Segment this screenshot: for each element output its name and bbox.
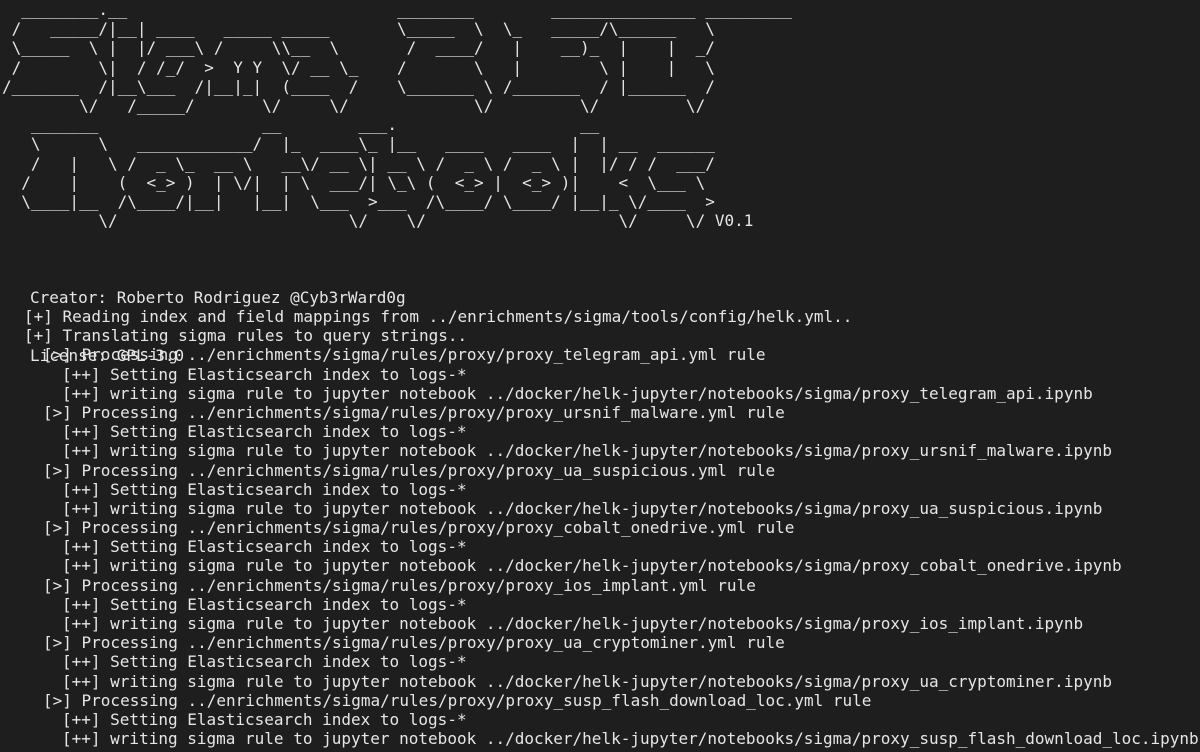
log-line: [>] Processing ../enrichments/sigma/rule… bbox=[43, 690, 872, 710]
log-line: [++] Setting Elasticsearch index to logs… bbox=[62, 364, 467, 384]
banner-art-text: ________.__ ________ _______________ ___… bbox=[2, 0, 792, 230]
log-line: [>] Processing ../enrichments/sigma/rule… bbox=[43, 402, 785, 422]
terminal-output-log: [+] Reading index and field mappings fro… bbox=[24, 307, 1199, 748]
creator-line: Creator: Roberto Rodriguez @Cyb3rWard0g bbox=[30, 288, 406, 308]
banner-line: \ \ ____________/ |_ ____\_ |__ ____ ___… bbox=[2, 134, 715, 154]
log-line: [+] Reading index and field mappings fro… bbox=[24, 307, 853, 326]
banner-line: /_______ /|__\___ /|__|_| (____ / \_____… bbox=[2, 76, 715, 96]
banner-line: _______ __ ___. __ bbox=[2, 115, 600, 135]
log-line: [++] Setting Elasticsearch index to logs… bbox=[62, 594, 467, 614]
log-line: [>] Processing ../enrichments/sigma/rule… bbox=[43, 518, 795, 538]
banner-line: / | ( <_> ) | \/| | \ ___/| \_\ ( <_> | … bbox=[2, 172, 706, 192]
banner-line: \/ /_____/ \/ \/ \/ \/ \/ bbox=[2, 96, 706, 116]
log-line: [>] Processing ../enrichments/sigma/rule… bbox=[43, 633, 785, 653]
banner-line: ________.__ ________ _______________ ___… bbox=[2, 0, 792, 19]
banner-line: \____|__ /\____/|__| |__| \___ >___ /\__… bbox=[2, 192, 715, 212]
log-line: [++] Setting Elasticsearch index to logs… bbox=[62, 479, 467, 499]
log-line: [++] writing sigma rule to jupyter noteb… bbox=[62, 383, 1093, 403]
ascii-art-banner: ________.__ ________ _______________ ___… bbox=[2, 0, 792, 230]
log-line: [++] writing sigma rule to jupyter noteb… bbox=[62, 614, 1084, 633]
log-line: [++] writing sigma rule to jupyter noteb… bbox=[62, 556, 1122, 576]
banner-line: \/ \/ \/ \/ \/ bbox=[2, 211, 706, 231]
log-line: [++] Setting Elasticsearch index to logs… bbox=[62, 652, 467, 672]
banner-line: / \| / /_/ > Y Y \/ __ \_ / \ | \ | | \ bbox=[2, 57, 715, 77]
log-line: [>] Processing ../enrichments/sigma/rule… bbox=[43, 345, 766, 365]
terminal-window[interactable]: ________.__ ________ _______________ ___… bbox=[0, 0, 1200, 752]
log-line: [++] writing sigma rule to jupyter noteb… bbox=[62, 441, 1112, 461]
version-label: V0.1 bbox=[705, 211, 754, 231]
log-line: [++] writing sigma rule to jupyter noteb… bbox=[62, 498, 1103, 518]
banner-line: / | \ / _ \_ __ \ __\/ __ \| __ \ / _ \ … bbox=[2, 153, 715, 173]
log-line: [++] Setting Elasticsearch index to logs… bbox=[62, 422, 467, 442]
banner-line: \_____ \ | |/ ___\ / \\__ \ / ____/ | __… bbox=[2, 38, 715, 58]
log-line: [++] Setting Elasticsearch index to logs… bbox=[62, 537, 467, 557]
log-line: [>] Processing ../enrichments/sigma/rule… bbox=[43, 460, 776, 480]
log-line: [++] writing sigma rule to jupyter noteb… bbox=[62, 729, 1199, 749]
log-line: [++] writing sigma rule to jupyter noteb… bbox=[62, 671, 1112, 691]
log-line: [+] Translating sigma rules to query str… bbox=[24, 326, 468, 346]
log-line: [++] Setting Elasticsearch index to logs… bbox=[62, 709, 467, 729]
log-line: [>] Processing ../enrichments/sigma/rule… bbox=[43, 575, 756, 595]
banner-line: / _____/|__| ____ _____ _____ \_____ \ \… bbox=[2, 19, 715, 39]
